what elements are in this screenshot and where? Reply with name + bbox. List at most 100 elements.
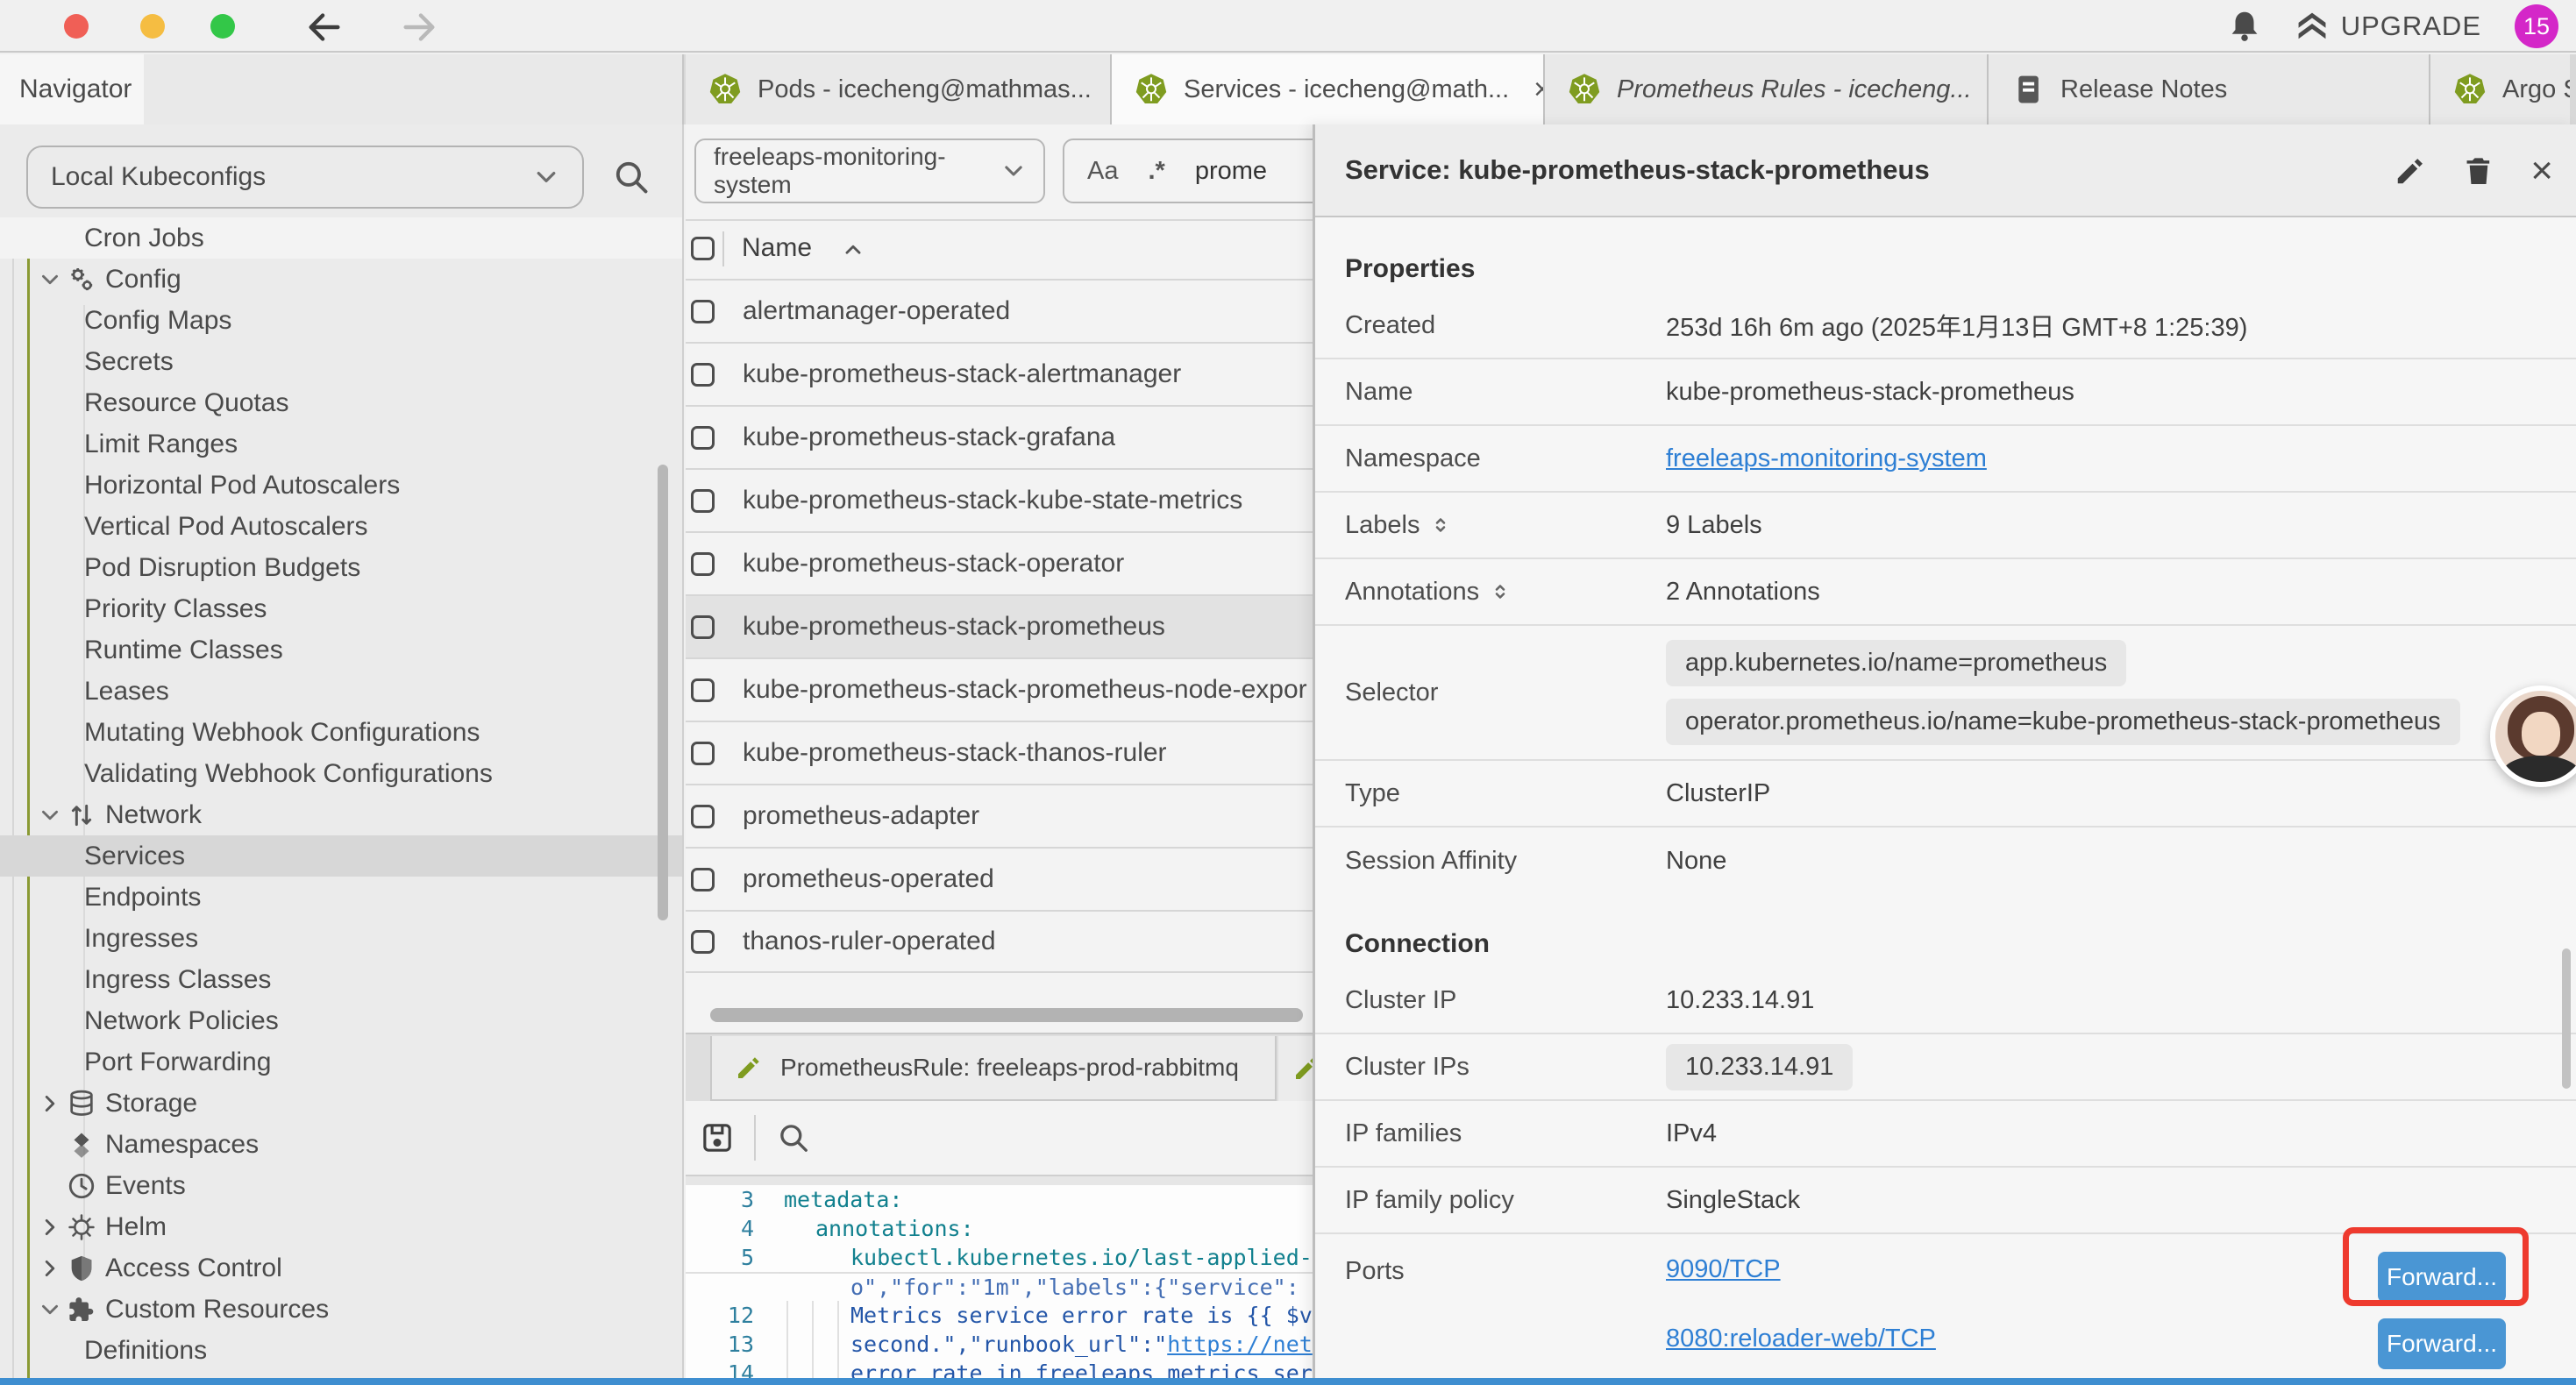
row-checkbox[interactable] (691, 363, 715, 387)
sidebar-item-namespaces[interactable]: Namespaces (0, 1124, 684, 1165)
row-checkbox[interactable] (691, 300, 715, 323)
delete-trash-icon[interactable] (2462, 154, 2495, 188)
tab-release[interactable]: Release Notes (1989, 54, 2430, 124)
sidebar-item-mutating-webhook-configurations[interactable]: Mutating Webhook Configurations (0, 712, 684, 753)
row-checkbox[interactable] (691, 742, 715, 765)
forward-button-8080[interactable]: Forward... (2378, 1318, 2506, 1369)
row-checkbox[interactable] (691, 426, 715, 450)
tab-close-icon[interactable]: × (1534, 75, 1545, 104)
row-checkbox[interactable] (691, 615, 715, 639)
row-checkbox[interactable] (691, 868, 715, 891)
yaml-editor[interactable]: 3metadata:4annotations:5kubectl.kubernet… (686, 1185, 1313, 1378)
sidebar-item-limit-ranges[interactable]: Limit Ranges (0, 423, 684, 465)
sidebar-item-config[interactable]: Config (0, 259, 684, 300)
sidebar-item-ingress-classes[interactable]: Ingress Classes (0, 959, 684, 1000)
sidebar-item-cron-jobs[interactable]: Cron Jobs (0, 217, 684, 259)
table-row-prometheus-adapter[interactable]: prometheus-adapter (686, 784, 1313, 847)
kubeconfig-selector[interactable]: Local Kubeconfigs (26, 146, 584, 209)
editor-tab-partial[interactable] (1278, 1036, 1313, 1101)
table-row-kube-prometheus-stack-operator[interactable]: kube-prometheus-stack-operator (686, 531, 1313, 594)
chevron-down-icon[interactable] (39, 804, 61, 827)
row-checkbox[interactable] (691, 678, 715, 702)
table-row-prometheus-operated[interactable]: prometheus-operated (686, 847, 1313, 910)
sidebar-scrollbar[interactable] (658, 465, 668, 920)
table-row-thanos-ruler-operated[interactable]: thanos-ruler-operated (686, 910, 1313, 973)
sidebar-item-validating-webhook-configurations[interactable]: Validating Webhook Configurations (0, 753, 684, 794)
namespace-selector[interactable]: freeleaps-monitoring-system (694, 138, 1045, 203)
notifications-bell-icon[interactable] (2227, 9, 2262, 44)
sidebar-item-vertical-pod-autoscalers[interactable]: Vertical Pod Autoscalers (0, 506, 684, 547)
sidebar-item-helm[interactable]: Helm (0, 1206, 684, 1247)
row-checkbox[interactable] (691, 489, 715, 513)
edit-pencil-icon[interactable] (2394, 154, 2427, 188)
table-row-kube-prometheus-stack-alertmanager[interactable]: kube-prometheus-stack-alertmanager (686, 342, 1313, 405)
expand-collapse-icon[interactable] (1430, 515, 1451, 536)
table-row-kube-prometheus-stack-grafana[interactable]: kube-prometheus-stack-grafana (686, 405, 1313, 468)
sidebar-search-icon[interactable] (612, 158, 651, 196)
tab-pods[interactable]: Pods - icecheng@mathmas... (686, 54, 1112, 124)
tab-argo[interactable]: Argo Se (2430, 54, 2570, 124)
notification-count-badge[interactable]: 15 (2515, 4, 2558, 48)
sidebar-item-network-policies[interactable]: Network Policies (0, 1000, 684, 1041)
expand-collapse-icon[interactable] (1490, 581, 1511, 602)
sidebar-item-endpoints[interactable]: Endpoints (0, 877, 684, 918)
drawer-scrollbar[interactable] (2562, 948, 2571, 1089)
tab-services[interactable]: Services - icecheng@math...× (1112, 54, 1545, 124)
sort-ascending-icon[interactable] (842, 238, 865, 261)
editor-tab-prometheusrule[interactable]: PrometheusRule: freeleaps-prod-rabbitmq (710, 1036, 1277, 1101)
table-row-kube-prometheus-stack-kube-state-metrics[interactable]: kube-prometheus-stack-kube-state-metrics (686, 468, 1313, 531)
horizontal-scrollbar[interactable] (710, 1008, 1303, 1022)
forward-icon[interactable] (399, 7, 439, 47)
sidebar-item-services[interactable]: Services (0, 835, 684, 877)
filter-input[interactable]: Aa .* prome (1063, 138, 1313, 203)
table-row-kube-prometheus-stack-prometheus-node-expor[interactable]: kube-prometheus-stack-prometheus-node-ex… (686, 657, 1313, 721)
chevron-down-icon[interactable] (39, 268, 61, 291)
upgrade-button[interactable]: UPGRADE (2295, 10, 2481, 43)
sidebar-item-resource-quotas[interactable]: Resource Quotas (0, 382, 684, 423)
namespace-link[interactable]: freeleaps-monitoring-system (1666, 444, 1987, 473)
sidebar-item-access-control[interactable]: Access Control (0, 1247, 684, 1289)
regex-toggle[interactable]: .* (1148, 157, 1164, 186)
sidebar-item-horizontal-pod-autoscalers[interactable]: Horizontal Pod Autoscalers (0, 465, 684, 506)
annotations-value[interactable]: 2 Annotations (1666, 578, 1820, 607)
row-checkbox[interactable] (691, 805, 715, 828)
chevron-right-icon[interactable] (39, 1216, 61, 1239)
sidebar-item-leases[interactable]: Leases (0, 671, 684, 712)
chevron-right-icon[interactable] (39, 1257, 61, 1280)
user-avatar[interactable] (2490, 685, 2576, 787)
back-icon[interactable] (304, 7, 345, 47)
labels-value[interactable]: 9 Labels (1666, 511, 1762, 540)
sidebar-item-runtime-classes[interactable]: Runtime Classes (0, 629, 684, 671)
sidebar-item-priority-classes[interactable]: Priority Classes (0, 588, 684, 629)
editor-search-icon[interactable] (777, 1121, 810, 1154)
table-row-kube-prometheus-stack-prometheus[interactable]: kube-prometheus-stack-prometheus (686, 594, 1313, 657)
name-column-header[interactable]: Name (742, 233, 812, 263)
port-link-8080[interactable]: 8080:reloader-web/TCP (1666, 1325, 1936, 1353)
table-row-alertmanager-operated[interactable]: alertmanager-operated (686, 279, 1313, 342)
window-maximize-button[interactable] (210, 14, 235, 39)
sidebar-item-pod-disruption-budgets[interactable]: Pod Disruption Budgets (0, 547, 684, 588)
sidebar-item-port-forwarding[interactable]: Port Forwarding (0, 1041, 684, 1083)
chevron-right-icon[interactable] (39, 1092, 61, 1115)
tab-prometheus[interactable]: Prometheus Rules - icecheng... (1545, 54, 1989, 124)
save-icon[interactable] (700, 1120, 735, 1155)
sidebar-item-custom-resources[interactable]: Custom Resources (0, 1289, 684, 1330)
sidebar-item-config-maps[interactable]: Config Maps (0, 300, 684, 341)
window-minimize-button[interactable] (140, 14, 165, 39)
sidebar-item-ingresses[interactable]: Ingresses (0, 918, 684, 959)
sidebar-item-network[interactable]: Network (0, 794, 684, 835)
row-checkbox[interactable] (691, 552, 715, 576)
table-row-kube-prometheus-stack-thanos-ruler[interactable]: kube-prometheus-stack-thanos-ruler (686, 721, 1313, 784)
sidebar-item-events[interactable]: Events (0, 1165, 684, 1206)
match-case-toggle[interactable]: Aa (1087, 157, 1118, 186)
row-checkbox[interactable] (691, 930, 715, 954)
sidebar-item-secrets[interactable]: Secrets (0, 341, 684, 382)
code-url-link[interactable]: https://net (1167, 1332, 1313, 1357)
port-link-9090[interactable]: 9090/TCP (1666, 1255, 1781, 1284)
window-close-button[interactable] (64, 14, 89, 39)
select-all-checkbox[interactable] (691, 237, 715, 260)
chevron-down-icon[interactable] (39, 1298, 61, 1321)
close-icon[interactable]: × (2530, 152, 2553, 190)
sidebar-item-storage[interactable]: Storage (0, 1083, 684, 1124)
sidebar-item-definitions[interactable]: Definitions (0, 1330, 684, 1371)
